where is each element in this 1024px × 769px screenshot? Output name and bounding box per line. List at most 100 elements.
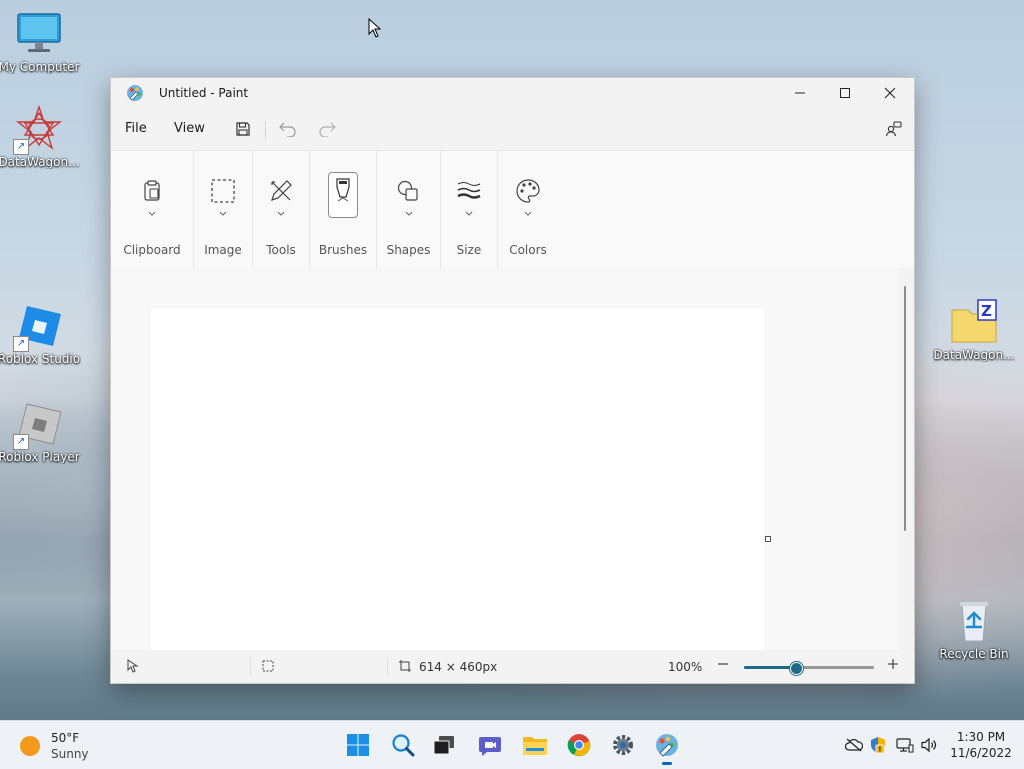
palette-icon [512, 175, 544, 207]
network-icon[interactable] [895, 735, 915, 755]
settings-button[interactable] [607, 729, 639, 761]
shapes-icon [393, 175, 425, 207]
chevron-down-icon [523, 207, 533, 216]
menu-file[interactable]: File [125, 121, 147, 136]
desktop-icon-roblox-player[interactable]: ↗ Roblox Player [0, 400, 81, 464]
ribbon-group-label: Image [204, 243, 242, 257]
share-button[interactable] [884, 119, 904, 139]
selection-icon [207, 175, 239, 207]
desktop-icon-label: DataWagon... [933, 348, 1015, 362]
ribbon-group-size[interactable]: Size [441, 151, 497, 268]
save-icon [236, 122, 250, 136]
ribbon-group-label: Shapes [386, 243, 431, 257]
canvas-resize-handle[interactable] [765, 536, 771, 542]
volume-icon[interactable] [919, 735, 939, 755]
task-view-icon [433, 736, 454, 755]
monitor-icon [15, 10, 63, 58]
chevron-down-icon [218, 207, 228, 216]
start-icon [347, 734, 369, 756]
close-icon [884, 87, 896, 99]
ribbon-group-label: Brushes [318, 243, 368, 257]
weather-temperature: 50°F [51, 731, 80, 745]
canvas-workspace [111, 268, 898, 650]
selection-size-icon [262, 660, 274, 675]
brush-icon [328, 172, 358, 218]
security-shield-icon[interactable]: ! [868, 735, 888, 755]
settings-icon [613, 735, 633, 755]
paint-palette-icon [126, 84, 144, 102]
menu-bar: File View [111, 111, 914, 147]
clock[interactable]: 1:30 PM 11/6/2022 [946, 729, 1016, 761]
chat-button[interactable] [474, 729, 506, 761]
clipboard-icon [136, 175, 168, 207]
drawing-canvas[interactable] [150, 308, 764, 650]
scrollbar-thumb[interactable] [904, 286, 906, 531]
paint-taskbar-button[interactable] [651, 729, 683, 765]
desktop-icon-label: Roblox Player [0, 450, 80, 464]
zoom-slider-thumb[interactable] [790, 662, 803, 675]
status-separator [250, 658, 251, 676]
shortcut-arrow-icon: ↗ [13, 336, 29, 352]
zoom-slider[interactable] [744, 662, 874, 675]
task-view-button[interactable] [428, 729, 460, 761]
ribbon-group-tools[interactable]: Tools [253, 151, 309, 268]
search-button[interactable] [387, 729, 419, 761]
recycle-bin-icon [950, 597, 998, 645]
shortcut-arrow-icon: ↗ [13, 139, 29, 155]
plus-icon [888, 659, 898, 669]
ribbon-group-image[interactable]: Image [194, 151, 252, 268]
weather-condition: Sunny [51, 747, 89, 761]
file-explorer-button[interactable] [519, 729, 551, 761]
ribbon: Clipboard Image Tools Brushes Shapes Siz… [111, 150, 914, 269]
onedrive-icon[interactable] [844, 735, 864, 755]
roblox-studio-icon: ↗ [13, 302, 63, 352]
ribbon-group-shapes[interactable]: Shapes [377, 151, 440, 268]
pointer-position-icon [127, 659, 139, 676]
desktop-icon-datawagon-2[interactable]: Z DataWagon... [932, 298, 1016, 362]
svg-text:!: ! [878, 746, 881, 754]
zoom-out-button[interactable] [717, 658, 729, 673]
chat-icon [479, 737, 501, 756]
undo-button[interactable] [278, 119, 298, 139]
share-icon [885, 121, 902, 137]
ribbon-group-colors[interactable]: Colors [498, 151, 558, 268]
maximize-button[interactable] [822, 78, 868, 108]
maximize-icon [840, 88, 850, 98]
start-button[interactable] [342, 729, 374, 761]
minimize-button[interactable] [777, 78, 823, 108]
chrome-icon [567, 734, 591, 757]
vertical-scrollbar[interactable] [898, 268, 914, 650]
active-app-indicator [662, 762, 672, 765]
chevron-down-icon [404, 207, 414, 216]
desktop-icon-roblox-studio[interactable]: ↗ Roblox Studio [0, 302, 81, 366]
zoom-slider-fill [744, 666, 796, 669]
sun-icon [20, 736, 40, 756]
canvas-size-readout: 614 × 460px [419, 660, 498, 674]
close-button[interactable] [867, 78, 913, 108]
zoom-level-readout[interactable]: 100% [668, 660, 702, 674]
save-button[interactable] [233, 119, 253, 139]
stroke-size-icon [453, 175, 485, 207]
canvas-size-icon [399, 660, 411, 675]
desktop-icon-recycle-bin[interactable]: Recycle Bin [932, 597, 1016, 661]
ribbon-group-label: Clipboard [123, 243, 181, 257]
file-explorer-icon [523, 737, 547, 755]
desktop-icon-my-computer[interactable]: My Computer [0, 10, 81, 74]
desktop-icon-label: DataWagon... [0, 155, 80, 169]
desktop-icon-datawagon-1[interactable]: ↗ DataWagon... [0, 104, 81, 169]
redo-button[interactable] [317, 119, 337, 139]
desktop-icon-label: Roblox Studio [0, 352, 81, 366]
menu-view[interactable]: View [174, 121, 205, 136]
title-bar[interactable]: Untitled - Paint [111, 78, 914, 108]
window-title: Untitled - Paint [159, 86, 249, 100]
zoom-in-button[interactable] [887, 658, 899, 673]
search-icon [392, 734, 415, 757]
compressed-folder-icon: Z [950, 298, 998, 346]
chrome-button[interactable] [563, 729, 595, 761]
chevron-down-icon [276, 207, 286, 216]
taskbar: 50°F Sunny ! 1:30 PM 11/6/2022 [0, 720, 1024, 769]
mouse-cursor-icon [368, 17, 382, 41]
clock-time: 1:30 PM [956, 730, 1006, 744]
ribbon-group-clipboard[interactable]: Clipboard [111, 151, 193, 268]
ribbon-group-brushes[interactable]: Brushes [310, 151, 376, 268]
